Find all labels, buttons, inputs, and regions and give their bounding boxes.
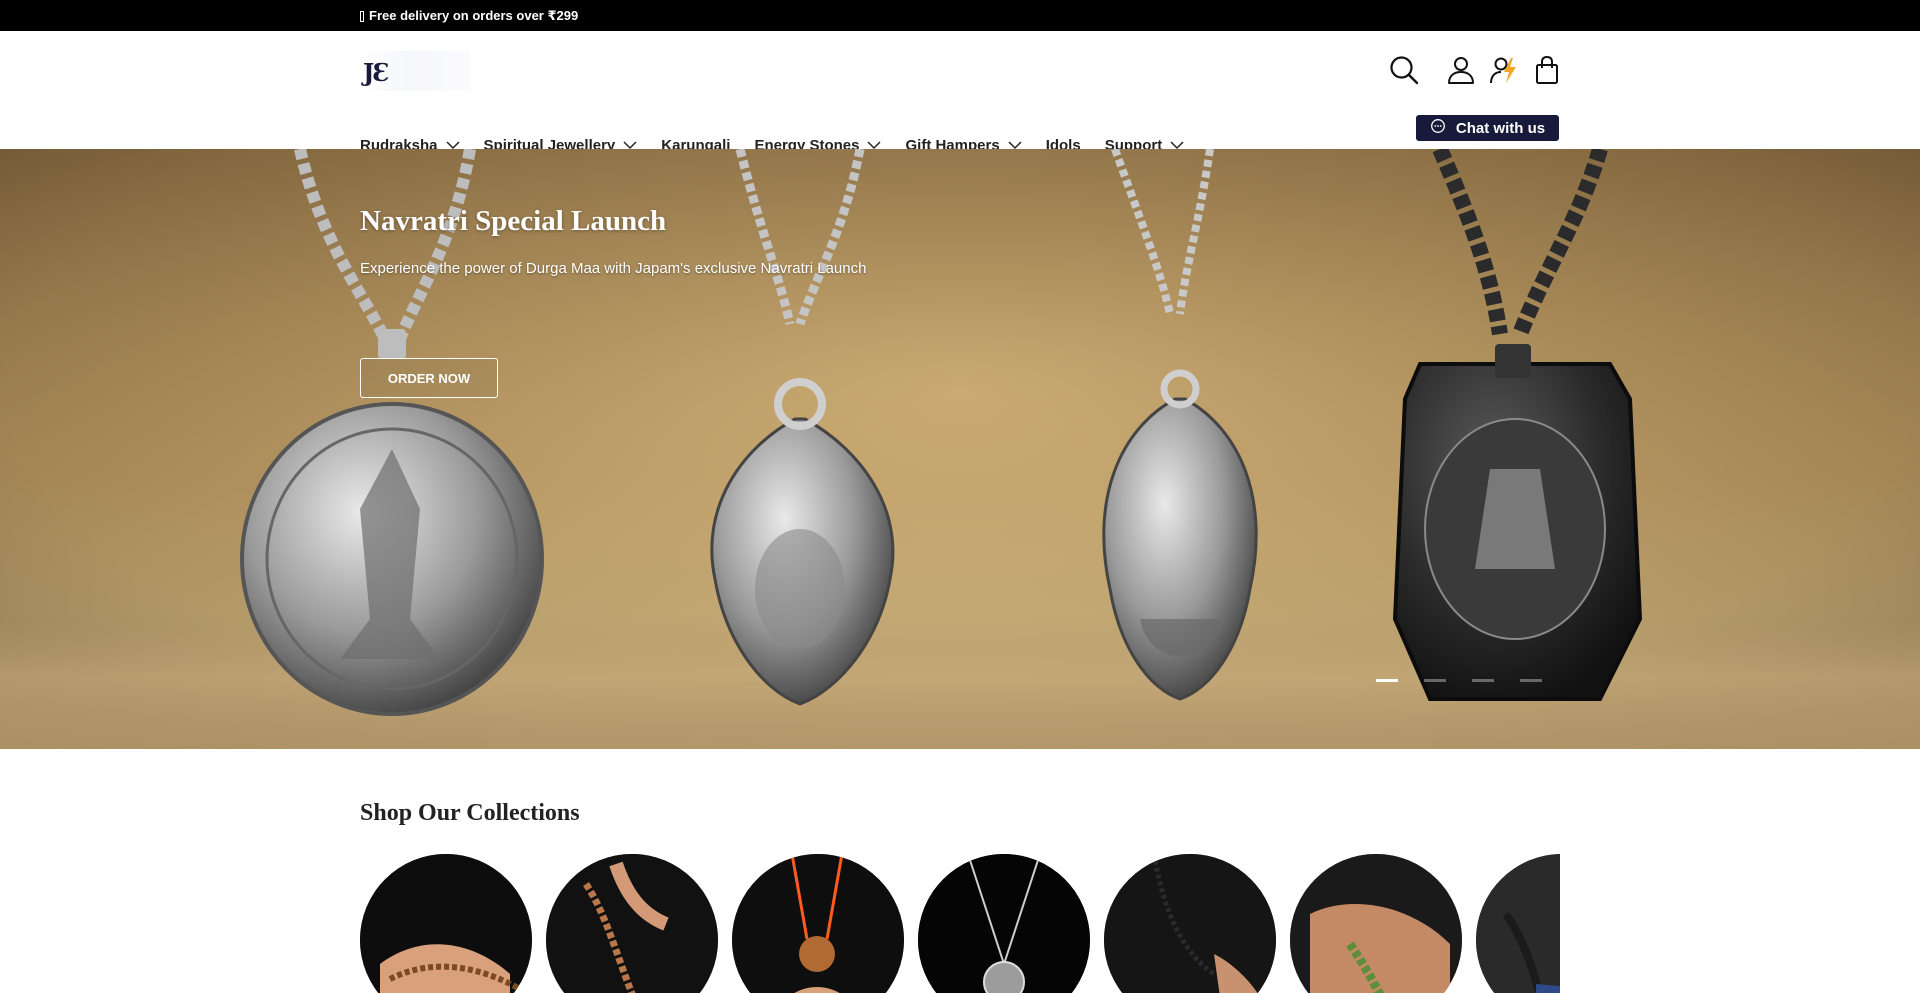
collections-carousel	[360, 854, 1560, 993]
announcement-content: Free delivery on orders over ₹299	[360, 8, 578, 24]
collection-item[interactable]	[1476, 854, 1560, 993]
astro-icon[interactable]	[1487, 53, 1521, 87]
collection-image	[1290, 854, 1462, 993]
collection-image	[546, 854, 718, 993]
collection-item[interactable]	[1104, 854, 1276, 993]
slide-dot-1[interactable]	[1376, 679, 1398, 682]
site-header: JƐ Rudraksha Spiritual Jewellery Karunga…	[0, 31, 1920, 154]
hero-product-image	[240, 149, 1643, 716]
hero-title: Navratri Special Launch	[360, 205, 667, 237]
chat-with-us-button[interactable]: Chat with us	[1416, 115, 1559, 141]
collection-image	[732, 854, 904, 993]
hero-subtitle: Experience the power of Durga Maa with J…	[360, 260, 867, 277]
account-icon[interactable]	[1444, 53, 1478, 87]
collection-image	[1104, 854, 1276, 993]
collection-item[interactable]	[1290, 854, 1462, 993]
order-now-button[interactable]: ORDER NOW	[360, 358, 498, 398]
announcement-bar: Free delivery on orders over ₹299	[0, 0, 1920, 31]
cart-bag-icon[interactable]	[1530, 53, 1564, 87]
collection-item[interactable]	[546, 854, 718, 993]
logo-text: JƐ	[363, 58, 390, 87]
chat-label: Chat with us	[1455, 119, 1546, 137]
site-logo[interactable]: JƐ	[360, 51, 470, 91]
announcement-text: Free delivery on orders over ₹299	[369, 8, 579, 23]
slide-dot-4[interactable]	[1520, 679, 1542, 682]
search-icon[interactable]	[1387, 53, 1421, 87]
announcement-icon	[360, 10, 364, 22]
collection-item[interactable]	[732, 854, 904, 993]
chat-bubble-icon	[1430, 118, 1446, 138]
collection-image	[1476, 854, 1560, 993]
collection-image	[918, 854, 1090, 993]
collection-image	[360, 854, 532, 993]
slide-dot-2[interactable]	[1424, 679, 1446, 682]
collections-title: Shop Our Collections	[360, 800, 580, 826]
slide-dot-3[interactable]	[1472, 679, 1494, 682]
collection-item[interactable]	[360, 854, 532, 993]
hero-banner[interactable]: Navratri Special Launch Experience the p…	[0, 149, 1920, 749]
collection-item[interactable]	[918, 854, 1090, 993]
